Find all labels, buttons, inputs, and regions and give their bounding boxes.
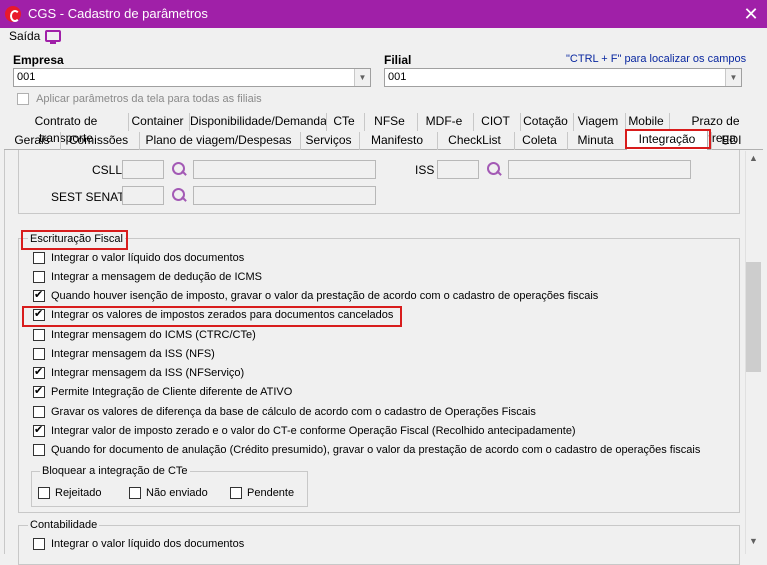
sest-senat-code-input[interactable] (122, 186, 164, 205)
bloquear-rejeitado-checkbox[interactable]: Rejeitado (38, 487, 102, 500)
option-label: Integrar a mensagem de dedução de ICMS (51, 271, 262, 283)
monitor-icon[interactable] (45, 30, 61, 44)
iss-description-input[interactable] (508, 160, 691, 179)
tab-mdfe[interactable]: MDF-e (417, 113, 470, 131)
option-label: Integrar mensagem da ISS (NFS) (51, 348, 215, 360)
option-mensagem-iss-nfservico[interactable]: Integrar mensagem da ISS (NFServiço) (33, 365, 245, 383)
empresa-select[interactable]: 001 ▼ (13, 68, 371, 87)
option-label: Integrar o valor líquido dos documentos (51, 538, 245, 550)
iss-code-input[interactable] (437, 160, 479, 179)
checkbox-box[interactable] (33, 329, 45, 342)
scroll-up-icon[interactable]: ▲ (745, 153, 762, 170)
checkbox-box[interactable] (33, 271, 45, 284)
checkbox-box[interactable] (33, 538, 45, 551)
highlight-box-impostos-zerados (22, 306, 402, 327)
tab-cotacao[interactable]: Cotação (520, 113, 570, 131)
option-label: Quando houver isenção de imposto, gravar… (51, 290, 599, 302)
window-title: CGS - Cadastro de parâmetros (28, 6, 208, 21)
csll-label: CSLL (92, 163, 123, 177)
menu-item-saida[interactable]: Saída (9, 29, 40, 43)
option-label: Pendente (247, 487, 295, 499)
checkbox-box[interactable] (33, 252, 45, 265)
option-integrar-valor-liquido[interactable]: Integrar o valor líquido dos documentos (33, 252, 244, 268)
checkbox-box[interactable] (33, 423, 45, 438)
tab-viagem[interactable]: Viagem (573, 113, 622, 131)
tab-plano-viagem-despesas[interactable]: Plano de viagem/Despesas (139, 132, 297, 150)
checkbox-box[interactable] (33, 288, 45, 303)
checkbox-box[interactable] (33, 348, 45, 361)
tab-contrato-transporte[interactable]: Contrato de transporte (7, 113, 125, 145)
search-icon[interactable] (171, 187, 187, 203)
option-imposto-zerado-valor-cte[interactable]: Integrar valor de imposto zerado e o val… (33, 423, 576, 441)
checkbox-box[interactable] (33, 444, 45, 457)
filial-label: Filial (384, 53, 412, 67)
app-logo-icon (5, 6, 21, 22)
option-contabilidade-valor-liquido[interactable]: Integrar o valor líquido dos documentos (33, 538, 244, 554)
highlight-box-integracao (625, 129, 711, 149)
sest-senat-description-input[interactable] (193, 186, 376, 205)
option-documento-anulacao[interactable]: Quando for documento de anulação (Crédit… (33, 444, 700, 460)
tab-coleta[interactable]: Coleta (514, 132, 564, 150)
empresa-label: Empresa (13, 53, 64, 67)
tab-disponibilidade-demanda[interactable]: Disponibilidade/Demanda (189, 113, 327, 131)
tab-manifesto[interactable]: Manifesto (359, 132, 434, 150)
tab-cte[interactable]: CTe (326, 113, 361, 131)
option-label: Quando for documento de anulação (Crédit… (51, 444, 701, 456)
option-label: Integrar mensagem do ICMS (CTRC/CTe) (51, 329, 256, 341)
option-label: Integrar o valor líquido dos documentos (51, 252, 245, 264)
aplicar-label: Aplicar parâmetros da tela para todas as… (36, 93, 262, 105)
filial-value: 001 (388, 71, 407, 83)
option-integrar-mensagem-deducao-icms[interactable]: Integrar a mensagem de dedução de ICMS (33, 271, 262, 287)
checkbox-box[interactable] (17, 93, 29, 106)
bloquear-pendente-checkbox[interactable]: Pendente (230, 487, 295, 500)
tab-edi[interactable]: EDI (711, 132, 751, 150)
bloquear-nao-enviado-checkbox[interactable]: Não enviado (129, 487, 208, 500)
option-cliente-diferente-ativo[interactable]: Permite Integração de Cliente diferente … (33, 384, 293, 402)
checkbox-box[interactable] (38, 487, 50, 500)
csll-description-input[interactable] (193, 160, 376, 179)
csll-code-input[interactable] (122, 160, 164, 179)
highlight-box-escrituracao (21, 230, 128, 250)
tab-minuta[interactable]: Minuta (567, 132, 623, 150)
tab-checklist[interactable]: CheckList (437, 132, 511, 150)
option-mensagem-iss-nfs[interactable]: Integrar mensagem da ISS (NFS) (33, 348, 215, 364)
checkbox-box[interactable] (230, 487, 242, 500)
bloquear-integracao-title: Bloquear a integração de CTe (40, 465, 190, 477)
checkbox-box[interactable] (33, 365, 45, 380)
option-label: Não enviado (146, 487, 208, 499)
option-label: Rejeitado (55, 487, 102, 499)
aplicar-todas-filiais-checkbox[interactable]: Aplicar parâmetros da tela para todas as… (17, 93, 262, 106)
contabilidade-title: Contabilidade (28, 519, 100, 531)
chevron-down-icon[interactable]: ▼ (354, 69, 370, 86)
filial-select[interactable]: 001 ▼ (384, 68, 742, 87)
empresa-value: 001 (17, 71, 36, 83)
checkbox-box[interactable] (129, 487, 141, 500)
option-diferenca-base-calculo[interactable]: Gravar os valores de diferença da base d… (33, 406, 536, 422)
tab-container[interactable]: Container (128, 113, 186, 131)
option-isencao-imposto[interactable]: Quando houver isenção de imposto, gravar… (33, 288, 599, 306)
scrollbar-thumb[interactable] (746, 262, 761, 372)
search-icon[interactable] (486, 161, 502, 177)
sest-senat-label: SEST SENAT (51, 190, 125, 204)
option-label: Gravar os valores de diferença da base d… (51, 406, 536, 418)
search-hint: "CTRL + F" para localizar os campos (566, 53, 747, 65)
search-icon[interactable] (171, 161, 187, 177)
option-mensagem-icms-ctrc-cte[interactable]: Integrar mensagem do ICMS (CTRC/CTe) (33, 329, 256, 345)
tab-servicos[interactable]: Serviços (300, 132, 356, 150)
checkbox-box[interactable] (33, 406, 45, 419)
checkbox-box[interactable] (33, 384, 45, 399)
tab-gerais[interactable]: Gerais (7, 132, 57, 150)
scroll-down-icon[interactable]: ▼ (745, 536, 762, 553)
option-label: Integrar valor de imposto zerado e o val… (51, 425, 576, 437)
option-label: Integrar mensagem da ISS (NFServiço) (51, 367, 245, 379)
chevron-down-icon[interactable]: ▼ (725, 69, 741, 86)
option-label: Permite Integração de Cliente diferente … (51, 386, 293, 398)
tab-ciot[interactable]: CIOT (473, 113, 517, 131)
close-button[interactable]: ✕ (735, 2, 767, 26)
iss-label: ISS (415, 163, 435, 177)
tab-nfse[interactable]: NFSe (364, 113, 414, 131)
tab-comissoes[interactable]: Comissões (60, 132, 136, 150)
